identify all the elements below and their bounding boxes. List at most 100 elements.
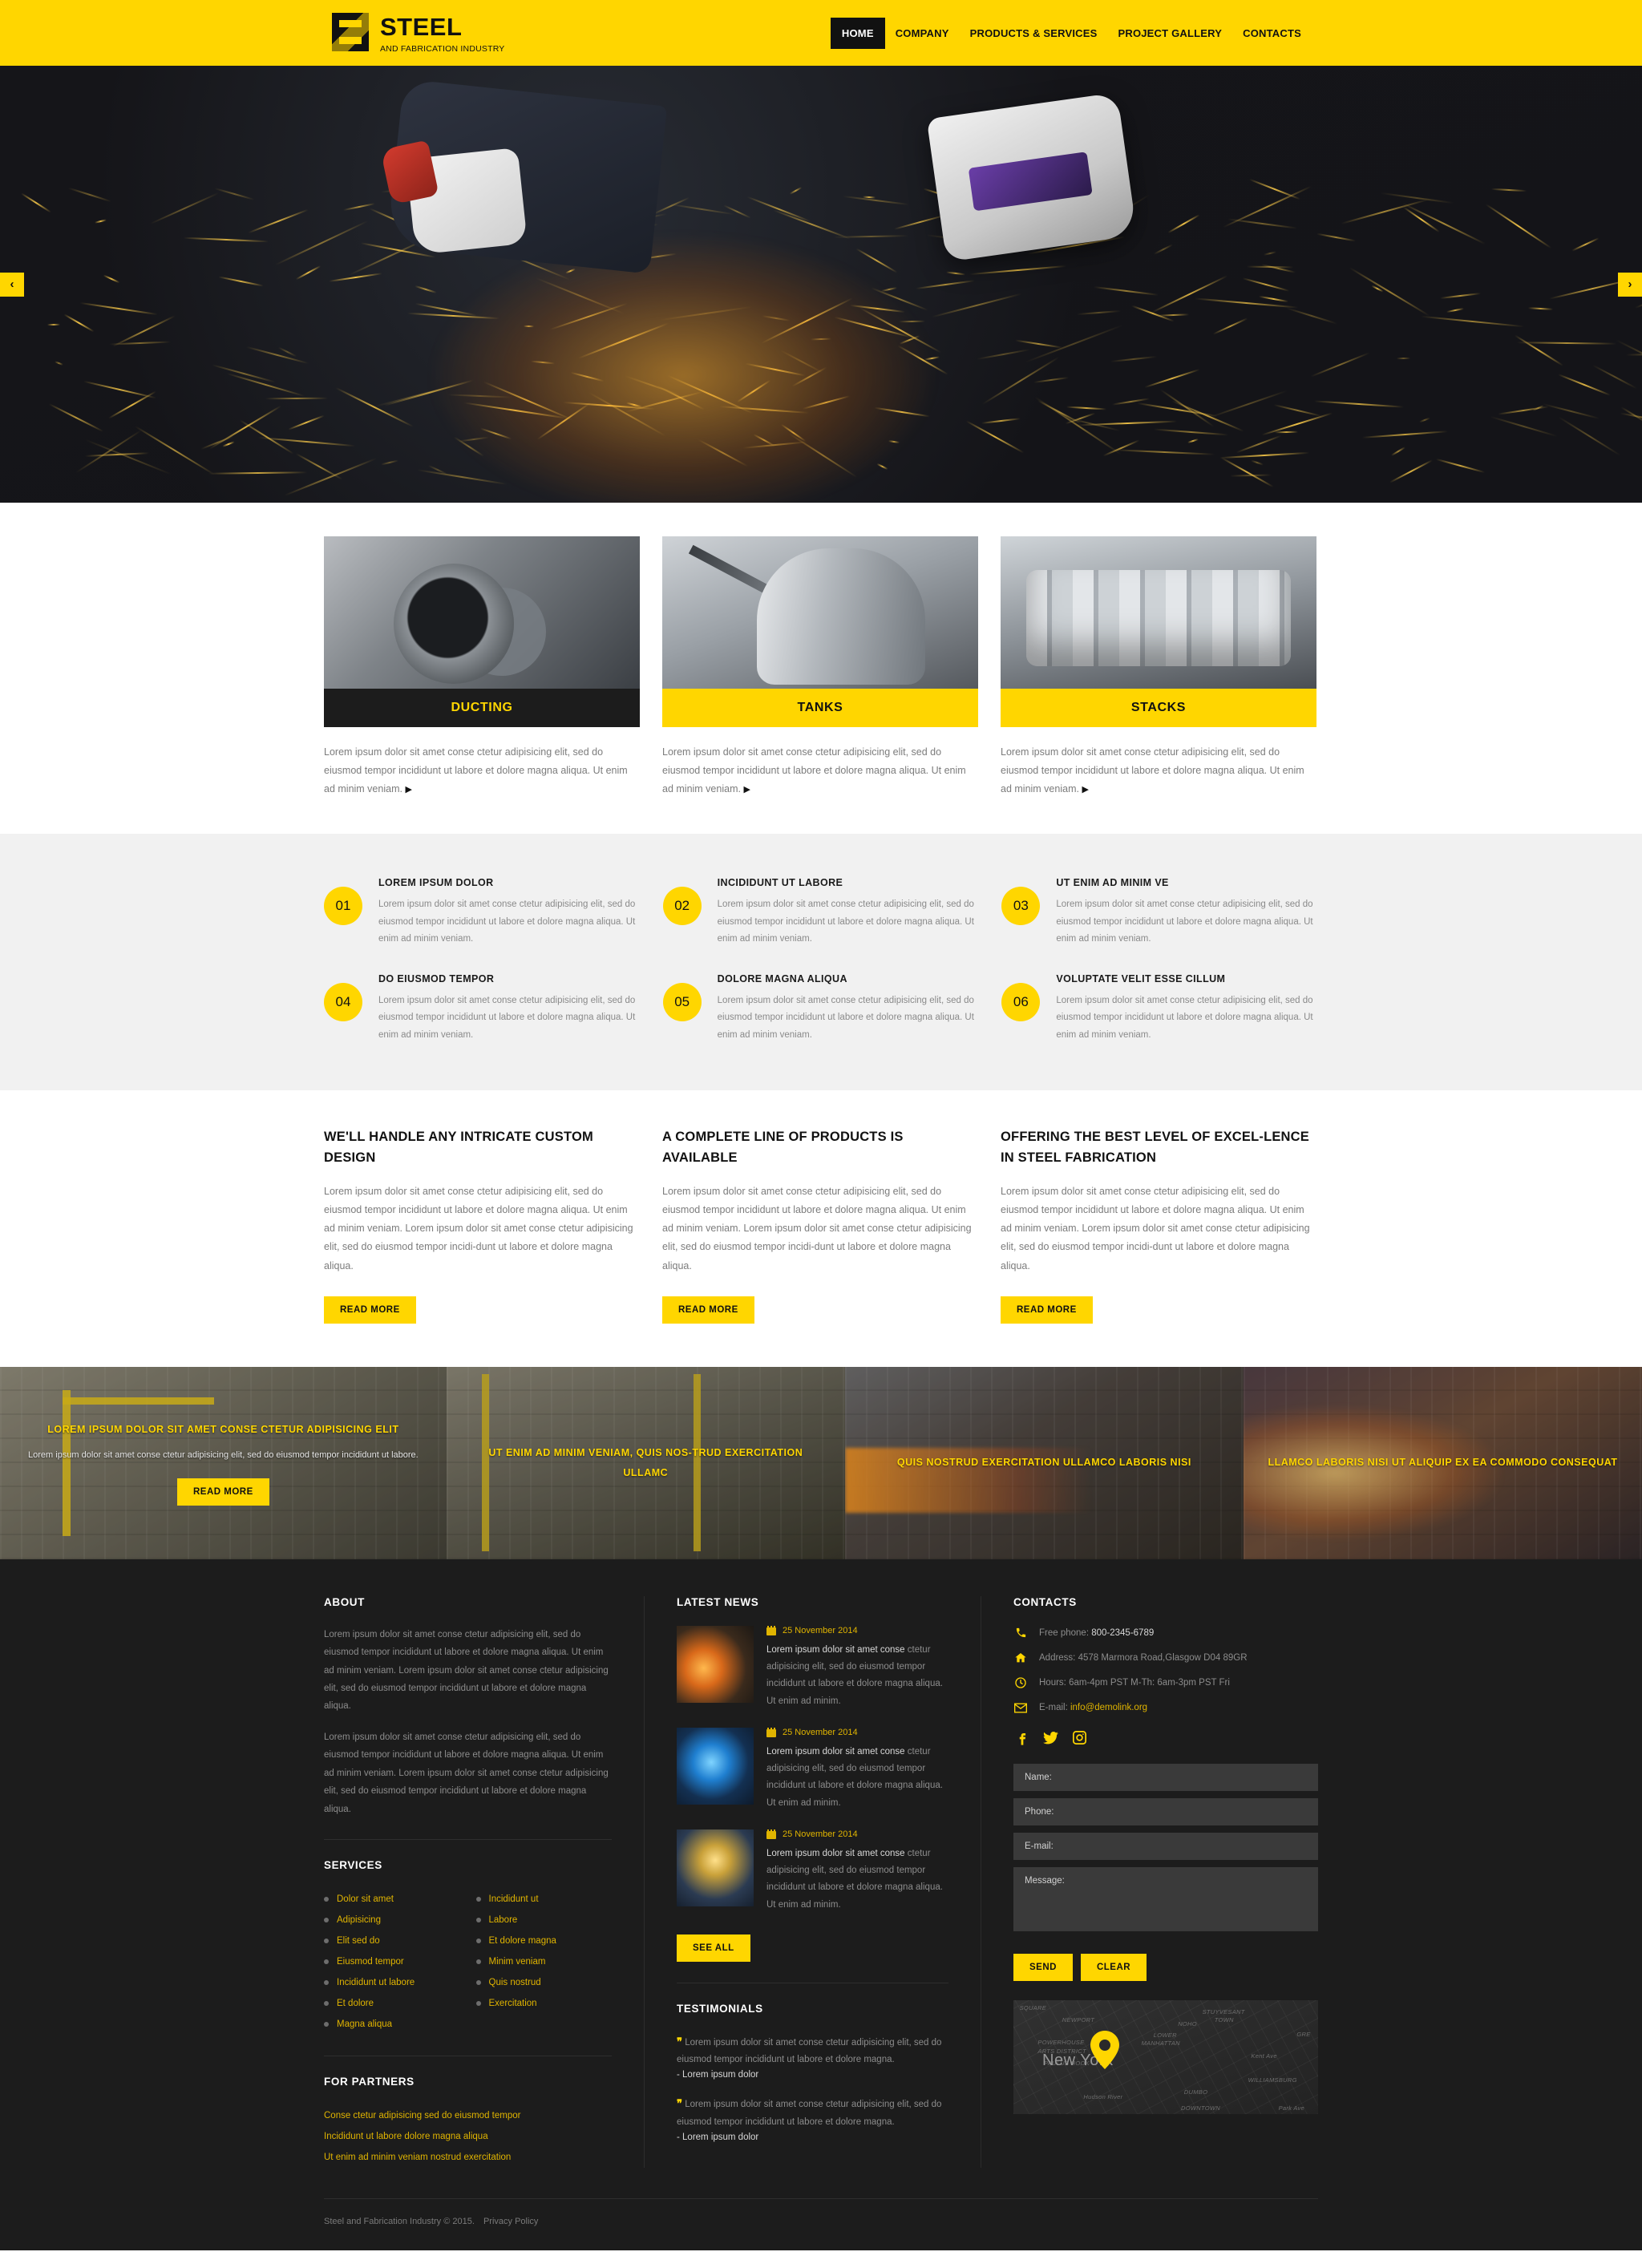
- service-link[interactable]: Et dolore: [337, 1999, 374, 2008]
- gallery-item-4[interactable]: LLAMCO LABORIS NISI UT ALIQUIP EX EA COM…: [1244, 1367, 1642, 1559]
- see-all-button[interactable]: SEE ALL: [677, 1934, 750, 1962]
- service-list-item[interactable]: Minim veniam: [476, 1951, 613, 1972]
- service-link[interactable]: Magna aliqua: [337, 2019, 392, 2029]
- service-link[interactable]: Exercitation: [489, 1999, 537, 2008]
- email-link[interactable]: info@demolink.org: [1070, 1703, 1147, 1712]
- services-list-col1: Dolor sit amet Adipisicing Elit sed do Eius…: [324, 1889, 460, 2035]
- phone-input[interactable]: [1013, 1798, 1318, 1825]
- product-card-stacks[interactable]: STACKS Lorem ipsum dolor sit amet conse …: [1001, 536, 1316, 798]
- news-item[interactable]: 25 November 2014 Lorem ipsum dolor sit am…: [677, 1829, 948, 1914]
- twitter-icon[interactable]: [1042, 1730, 1058, 1746]
- feature-item: 03 UT ENIM AD MINIM VE Lorem ipsum dolor s…: [1001, 869, 1318, 954]
- contact-hours-row: Hours: 6am-4pm PST M-Th: 6am-3pm PST Fri: [1013, 1676, 1318, 1690]
- info-heading-2: A COMPLETE LINE OF PRODUCTS IS AVAILABLE: [662, 1127, 978, 1168]
- bullet-icon: [324, 2001, 329, 2006]
- testimonial-item: ❞ Lorem ipsum dolor sit amet conse ctetu…: [677, 2094, 948, 2142]
- news-date: 25 November 2014: [766, 1626, 948, 1635]
- service-list-item[interactable]: Magna aliqua: [324, 2014, 460, 2035]
- arrow-right-icon[interactable]: ▶: [405, 785, 411, 794]
- gallery-item-3[interactable]: QUIS NOSTRUD EXERCITATION ULLAMCO LABORI…: [845, 1367, 1244, 1559]
- service-link[interactable]: Eiusmod tempor: [337, 1957, 404, 1967]
- nav-item-home[interactable]: HOME: [831, 18, 885, 49]
- map-area-label: DOWNTOWN: [1181, 2104, 1220, 2112]
- service-list-item[interactable]: Incididunt ut: [476, 1889, 613, 1910]
- footer-about-column: ABOUT Lorem ipsum dolor sit amet conse c…: [324, 1596, 645, 2168]
- service-list-item[interactable]: Et dolore magna: [476, 1930, 613, 1951]
- gallery-title-4: LLAMCO LABORIS NISI UT ALIQUIP EX EA COM…: [1268, 1453, 1617, 1473]
- service-list-item[interactable]: Exercitation: [476, 1993, 613, 2014]
- nav-item-company[interactable]: COMPANY: [885, 19, 960, 47]
- arrow-right-icon[interactable]: ▶: [1082, 785, 1088, 794]
- site-logo[interactable]: STEEL AND FABRICATION INDUSTRY: [332, 13, 505, 54]
- bullet-icon: [324, 1980, 329, 1985]
- news-item[interactable]: 25 November 2014 Lorem ipsum dolor sit am…: [677, 1728, 948, 1812]
- product-image-tanks: [662, 536, 978, 689]
- service-list-item[interactable]: Incididunt ut labore: [324, 1972, 460, 1993]
- service-link[interactable]: Minim veniam: [489, 1957, 546, 1967]
- name-input[interactable]: [1013, 1764, 1318, 1791]
- product-card-ducting[interactable]: DUCTING Lorem ipsum dolor sit amet conse…: [324, 536, 640, 798]
- hero-image-welding: [0, 66, 1642, 503]
- service-link[interactable]: Incididunt ut labore: [337, 1978, 415, 1987]
- hero-next-arrow[interactable]: ›: [1618, 273, 1642, 297]
- phone-value: 800-2345-6789: [1091, 1628, 1154, 1638]
- product-text-tanks: Lorem ipsum dolor sit amet conse ctetur …: [662, 743, 978, 798]
- location-map[interactable]: SQUARE NEWPORT POWERHOUSE ARTS DISTRICT PAUL…: [1013, 2000, 1318, 2114]
- service-list-item[interactable]: Elit sed do: [324, 1930, 460, 1951]
- nav-item-project-gallery[interactable]: PROJECT GALLERY: [1107, 19, 1232, 47]
- news-item[interactable]: 25 November 2014 Lorem ipsum dolor sit am…: [677, 1626, 948, 1710]
- partner-link[interactable]: Incididunt ut labore dolore magna aliqua: [324, 2126, 612, 2147]
- gallery-read-more-button[interactable]: READ MORE: [177, 1478, 269, 1506]
- map-area-label: Park Ave: [1279, 2104, 1304, 2112]
- product-card-tanks[interactable]: TANKS Lorem ipsum dolor sit amet conse c…: [662, 536, 978, 798]
- clear-button[interactable]: CLEAR: [1081, 1954, 1147, 1981]
- hero-prev-arrow[interactable]: ‹: [0, 273, 24, 297]
- service-link[interactable]: Elit sed do: [337, 1936, 380, 1946]
- envelope-icon: [1013, 1700, 1028, 1715]
- main-navigation: HOME COMPANY PRODUCTS & SERVICES PROJECT…: [831, 18, 1318, 49]
- services-title: SERVICES: [324, 1859, 612, 1871]
- service-list-item[interactable]: Labore: [476, 1910, 613, 1930]
- gallery-item-2[interactable]: UT ENIM AD MINIM VENIAM, QUIS NOS-TRUD E…: [447, 1367, 845, 1559]
- message-textarea[interactable]: [1013, 1867, 1318, 1931]
- service-list-item[interactable]: Eiusmod tempor: [324, 1951, 460, 1972]
- quote-icon: ❞: [677, 2036, 682, 2048]
- nav-item-contacts[interactable]: CONTACTS: [1232, 19, 1312, 47]
- services-list-col2: Incididunt ut Labore Et dolore magna Minim …: [476, 1889, 613, 2035]
- service-link[interactable]: Incididunt ut: [489, 1894, 539, 1904]
- instagram-icon[interactable]: [1071, 1730, 1087, 1746]
- facebook-icon[interactable]: [1013, 1730, 1029, 1746]
- service-link[interactable]: Dolor sit amet: [337, 1894, 394, 1904]
- service-list-item[interactable]: Quis nostrud: [476, 1972, 613, 1993]
- feature-title: UT ENIM AD MINIM VE: [1056, 877, 1318, 888]
- send-button[interactable]: SEND: [1013, 1954, 1073, 1981]
- news-date: 25 November 2014: [766, 1728, 948, 1737]
- map-pin-icon: [1090, 2031, 1119, 2069]
- feature-item: 05 DOLORE MAGNA ALIQUA Lorem ipsum dolor s…: [663, 965, 980, 1050]
- privacy-policy-link[interactable]: Privacy Policy: [483, 2217, 538, 2226]
- email-input[interactable]: [1013, 1833, 1318, 1860]
- info-heading-1: WE'LL HANDLE ANY INTRICATE CUSTOM DESIGN: [324, 1127, 640, 1168]
- service-link[interactable]: Et dolore magna: [489, 1936, 556, 1946]
- copyright-bar: Steel and Fabrication Industry © 2015. P…: [324, 2198, 1318, 2250]
- feature-title: DOLORE MAGNA ALIQUA: [718, 973, 980, 984]
- service-link[interactable]: Adipisicing: [337, 1915, 381, 1925]
- product-text-ducting: Lorem ipsum dolor sit amet conse ctetur …: [324, 743, 640, 798]
- service-link[interactable]: Quis nostrud: [489, 1978, 541, 1987]
- feature-number: 05: [663, 983, 702, 1021]
- service-list-item[interactable]: Adipisicing: [324, 1910, 460, 1930]
- nav-item-products-services[interactable]: PRODUCTS & SERVICES: [960, 19, 1108, 47]
- service-list-item[interactable]: Dolor sit amet: [324, 1889, 460, 1910]
- gallery-item-1[interactable]: LOREM IPSUM DOLOR SIT AMET CONSE CTETUR …: [0, 1367, 447, 1559]
- read-more-button-3[interactable]: READ MORE: [1001, 1296, 1093, 1324]
- partner-link[interactable]: Ut enim ad minim veniam nostrud exercita…: [324, 2147, 612, 2168]
- partner-link[interactable]: Conse ctetur adipisicing sed do eiusmod …: [324, 2105, 612, 2126]
- read-more-button-2[interactable]: READ MORE: [662, 1296, 754, 1324]
- hero-slider: ‹ ›: [0, 66, 1642, 503]
- service-list-item[interactable]: Et dolore: [324, 1993, 460, 2014]
- service-link[interactable]: Labore: [489, 1915, 518, 1925]
- product-title-tanks: TANKS: [662, 689, 978, 727]
- arrow-right-icon[interactable]: ▶: [743, 785, 750, 794]
- read-more-button-1[interactable]: READ MORE: [324, 1296, 416, 1324]
- news-text: Lorem ipsum dolor sit amet conse ctetur …: [766, 1744, 948, 1812]
